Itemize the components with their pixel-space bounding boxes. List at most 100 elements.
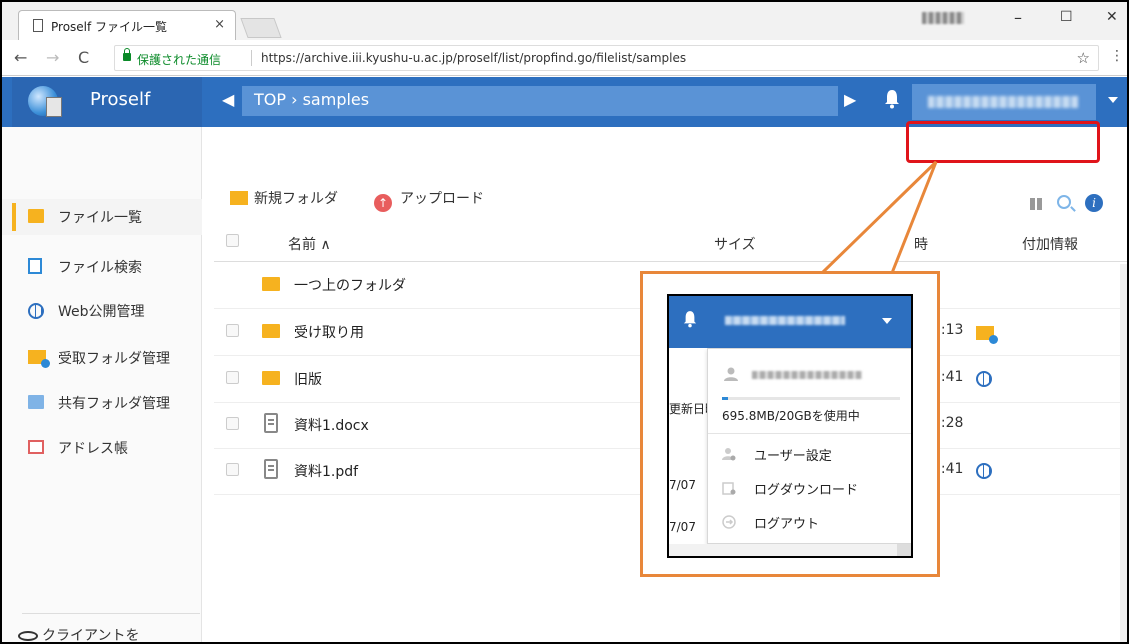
new-tab-button[interactable] (240, 18, 282, 38)
log-download-item[interactable]: ログダウンロード (708, 471, 911, 505)
sidebar-item-file-list[interactable]: ファイル一覧 (2, 199, 202, 235)
sidebar-item-label: ファイル検索 (58, 260, 142, 276)
globe-icon (976, 371, 992, 387)
behind-text: 7/07 (669, 520, 696, 534)
breadcrumb-prev-icon[interactable]: ◀ (222, 90, 234, 109)
sidebar-item-file-search[interactable]: ファイル検索 (2, 249, 202, 285)
breadcrumb: ◀ TOP › samples ▶ (212, 86, 860, 116)
folder-icon (262, 277, 280, 291)
behind-text: 7/07 (669, 478, 696, 492)
user-caret-icon[interactable] (1108, 97, 1118, 103)
folder-icon (28, 209, 44, 223)
minimize-button[interactable]: – (1014, 8, 1022, 27)
user-caret-icon (882, 318, 892, 324)
url-divider (251, 50, 252, 66)
forward-icon[interactable]: → (46, 48, 59, 67)
file-name[interactable]: 資料1.docx (294, 415, 369, 435)
maximize-button[interactable]: ☐ (1060, 9, 1073, 25)
user-menu-button[interactable] (912, 84, 1096, 120)
app-logo[interactable]: Proself (12, 77, 202, 127)
log-download-label: ログダウンロード (754, 483, 859, 498)
storage-usage-text: 695.8MB/20GBを使用中 (722, 409, 860, 423)
file-name[interactable]: 一つ上のフォルダ (294, 275, 406, 295)
client-icon (18, 631, 38, 641)
client-download-link[interactable]: クライアントを (42, 625, 139, 642)
log-download-icon (722, 482, 736, 495)
row-checkbox[interactable] (226, 324, 239, 337)
logout-item[interactable]: ログアウト (708, 505, 911, 539)
share-folder-icon (28, 395, 44, 409)
upload-icon: ↑ (374, 194, 392, 212)
notification-bell-icon[interactable] (884, 89, 900, 109)
user-settings-item[interactable]: ユーザー設定 (708, 437, 911, 471)
name-column-header[interactable]: 名前 ∧ (288, 234, 331, 254)
sidebar-item-label: 共有フォルダ管理 (58, 396, 170, 412)
user-avatar-icon (724, 367, 738, 381)
logo-text: Proself (90, 89, 151, 110)
file-search-icon (28, 258, 42, 274)
row-checkbox[interactable] (226, 371, 239, 384)
new-folder-button[interactable]: 新規フォルダ (230, 188, 338, 208)
secure-label: 保護された通信 (137, 53, 222, 67)
url-text: https://archive.iii.kyushu-u.ac.jp/prose… (261, 51, 687, 65)
upload-button[interactable]: ↑ アップロード (374, 188, 484, 212)
file-name[interactable]: 受け取り用 (294, 322, 364, 342)
sidebar-item-label: ファイル一覧 (58, 210, 142, 226)
row-checkbox[interactable] (226, 417, 239, 430)
storage-usage-bar (722, 397, 900, 400)
document-icon (264, 413, 278, 433)
sidebar: ファイル一覧 ファイル検索 Web公開管理 受取フォルダ管理 共有フォルダ管理 … (2, 127, 202, 642)
zoomed-user-menu: 更新日時 7/07 7/07 695.8MB/20GBを使用中 ユーザー設定 ロ… (667, 294, 913, 558)
url-input[interactable]: 保護された通信 https://archive.iii.kyushu-u.ac.… (114, 45, 1099, 71)
breadcrumb-next-icon[interactable]: ▶ (844, 90, 856, 109)
logout-label: ログアウト (754, 517, 820, 532)
select-all-checkbox[interactable] (226, 234, 239, 247)
tab-close-icon[interactable]: × (214, 17, 225, 32)
new-folder-label: 新規フォルダ (254, 191, 338, 207)
grid-view-icon[interactable] (1030, 198, 1042, 210)
breadcrumb-path: TOP › samples (254, 90, 370, 109)
info-icon[interactable]: i (1085, 194, 1103, 212)
row-checkbox[interactable] (226, 463, 239, 476)
globe-icon (28, 303, 44, 319)
new-folder-icon (230, 191, 248, 205)
app-header: Proself ◀ TOP › samples ▶ (2, 77, 1127, 127)
sidebar-item-receive-folder[interactable]: 受取フォルダ管理 (2, 340, 202, 376)
receive-folder-icon (28, 350, 50, 368)
search-icon[interactable] (1057, 195, 1071, 209)
zoom-bottom-bar (669, 544, 911, 556)
folder-icon (262, 371, 280, 385)
scrollbar[interactable] (1120, 264, 1127, 642)
sidebar-item-label: 受取フォルダ管理 (58, 351, 170, 367)
reload-icon[interactable]: C (78, 48, 89, 67)
highlight-box (906, 121, 1100, 163)
file-name[interactable]: 資料1.pdf (294, 461, 358, 481)
upload-label: アップロード (400, 191, 484, 207)
back-icon[interactable]: ← (14, 48, 27, 67)
user-name-blurred (725, 316, 845, 325)
user-name-blurred (752, 371, 862, 379)
storage-usage-fill (722, 397, 729, 400)
tab-title: Proself ファイル一覧 (51, 20, 168, 34)
sidebar-item-web-publish[interactable]: Web公開管理 (2, 293, 202, 329)
address-bar-row: ← → C 保護された通信 https://archive.iii.kyushu… (2, 40, 1127, 76)
breadcrumb-bar[interactable]: TOP › samples (242, 86, 838, 116)
menu-divider (708, 433, 911, 434)
user-dropdown-menu: 695.8MB/20GBを使用中 ユーザー設定 ログダウンロード ログアウト (707, 348, 911, 544)
time-column-header[interactable]: 時 (914, 234, 928, 254)
receive-folder-icon (976, 326, 998, 344)
window-user-badge (922, 12, 964, 24)
page-icon (33, 19, 43, 32)
bookmark-star-icon[interactable]: ☆ (1077, 49, 1090, 67)
file-table-header: 名前 ∧ サイズ 時 付加情報 (214, 222, 1127, 262)
zoom-background: 更新日時 7/07 7/07 (669, 348, 717, 556)
file-name[interactable]: 旧版 (294, 369, 322, 389)
sidebar-item-label: アドレス帳 (58, 441, 128, 457)
sidebar-item-share-folder[interactable]: 共有フォルダ管理 (2, 385, 202, 421)
zoom-scrollbar-corner (897, 544, 911, 556)
sidebar-item-address-book[interactable]: アドレス帳 (2, 430, 202, 466)
size-column-header[interactable]: サイズ (714, 234, 756, 254)
browser-tab[interactable]: Proself ファイル一覧 × (18, 10, 236, 40)
browser-menu-icon[interactable]: ⋮ (1110, 48, 1124, 64)
close-window-button[interactable]: ✕ (1106, 9, 1118, 25)
